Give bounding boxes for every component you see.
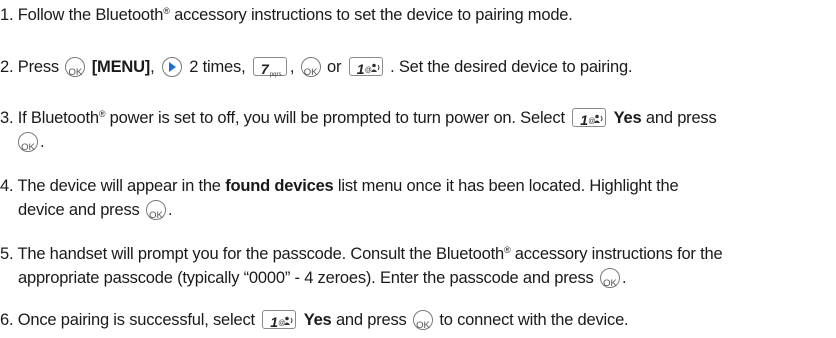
key-7-pqrs-icon: 7 pqrs [252, 57, 287, 78]
menu-label: [MENU] [91, 58, 151, 76]
step-text: device and press [18, 201, 140, 219]
key-1-voicemail-icon: 1 @ [348, 57, 383, 77]
registered-mark: ® [163, 6, 170, 16]
step-text: . Set the desired device to pairing. [390, 58, 633, 76]
ok-key-icon: OK [300, 57, 321, 78]
step-number: 4. [0, 177, 14, 195]
step-4: 4. The device will appear in the found d… [0, 177, 679, 221]
ok-key-icon: OK [18, 132, 38, 153]
yes-label: Yes [303, 311, 332, 329]
step-text: to connect with the device. [439, 311, 629, 329]
step-text: and press [335, 311, 407, 329]
step-1: 1. Follow the Bluetooth® accessory instr… [0, 3, 830, 27]
registered-mark: ® [503, 245, 511, 255]
step-text: Press [17, 58, 59, 76]
step-5: 5. The handset will prompt you for the p… [0, 245, 723, 289]
step-text: 2 times, [189, 58, 246, 76]
registered-mark: ® [98, 109, 106, 119]
step-number: 2. [0, 58, 14, 76]
step-6: 6. Once pairing is successful, select 1 @… [0, 308, 830, 332]
step-text: or [327, 58, 342, 76]
step-3: 3. If Bluetooth® power is set to off, yo… [0, 108, 717, 153]
yes-label: Yes [613, 109, 642, 127]
step-text: Follow the Bluetooth [17, 6, 164, 24]
step-text: If Bluetooth [17, 109, 99, 127]
step-text: accessory instructions for the [514, 245, 723, 263]
ok-key-icon: OK [599, 268, 620, 289]
nav-right-key-icon [161, 57, 182, 77]
step-text: Once pairing is successful, select [17, 311, 255, 329]
step-text: The handset will prompt you for the pass… [17, 245, 504, 263]
step-number: 5. [0, 245, 14, 263]
step-text: appropriate passcode (typically “0000” -… [18, 269, 594, 287]
ok-key-icon: OK [413, 310, 433, 331]
step-number: 1. [0, 6, 14, 24]
step-text: accessory instructions to set the device… [174, 6, 573, 24]
step-number: 3. [0, 109, 14, 127]
step-2: 2. Press OK [MENU], 2 times, 7 pqrs, OK o… [0, 57, 633, 78]
ok-key-icon: OK [65, 57, 86, 78]
step-number: 6. [0, 311, 14, 329]
ok-key-icon: OK [145, 200, 166, 221]
step-text: and press [645, 109, 717, 127]
key-1-voicemail-icon: 1 @ [572, 108, 607, 128]
found-devices-label: found devices [225, 177, 334, 195]
step-text: list menu once it has been located. High… [337, 177, 679, 195]
key-1-voicemail-icon: 1 @ [262, 310, 297, 330]
step-text: The device will appear in the [17, 177, 221, 195]
step-text: power is set to off, you will be prompte… [109, 109, 565, 127]
